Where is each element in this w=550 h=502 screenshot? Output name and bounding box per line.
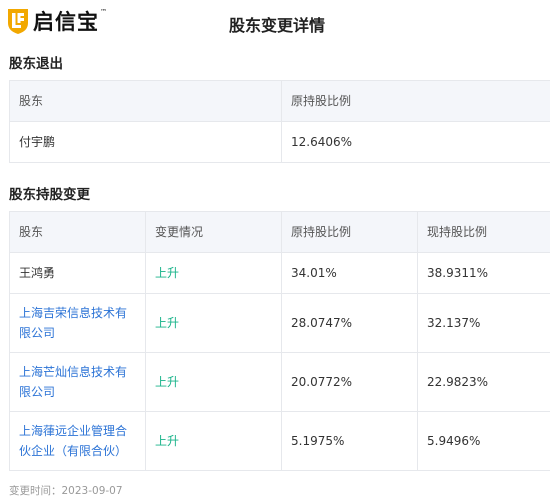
table-row: 上海芒灿信息技术有限公司 上升 20.0772% 22.9823% xyxy=(9,352,550,412)
header-cell-holder: 股东 xyxy=(9,211,146,253)
holder-cell: 付宇鹏 xyxy=(9,121,282,163)
change-status: 上升 xyxy=(145,293,282,353)
now-ratio-cell: 38.9311% xyxy=(417,252,550,294)
header-cell-holder: 股东 xyxy=(9,80,282,122)
header-cell-orig-ratio: 原持股比例 xyxy=(281,80,550,122)
table-row: 王鸿勇 上升 34.01% 38.9311% xyxy=(9,252,550,294)
exit-table: 股东 原持股比例 付宇鹏 12.6406% xyxy=(9,80,550,163)
table-row: 上海吉荣信息技术有限公司 上升 28.0747% 32.137% xyxy=(9,293,550,353)
change-table: 股东 变更情况 原持股比例 现持股比例 王鸿勇 上升 34.01% 38.931… xyxy=(9,211,550,471)
header-cell-change: 变更情况 xyxy=(145,211,282,253)
header: 启信宝 ™ 股东变更详情 xyxy=(0,0,550,44)
holder-link[interactable]: 上海葎远企业管理合伙企业（有限合伙） xyxy=(9,411,146,471)
orig-ratio-cell: 5.1975% xyxy=(281,411,418,471)
change-status: 上升 xyxy=(145,252,282,294)
now-ratio-cell: 22.9823% xyxy=(417,352,550,412)
holder-link[interactable]: 上海芒灿信息技术有限公司 xyxy=(9,352,146,412)
orig-ratio-cell: 12.6406% xyxy=(281,121,550,163)
now-ratio-cell: 32.137% xyxy=(417,293,550,353)
section-title-exit: 股东退出 xyxy=(9,56,63,72)
table-header-row: 股东 变更情况 原持股比例 现持股比例 xyxy=(9,211,550,253)
table-header-row: 股东 原持股比例 xyxy=(9,80,550,122)
holder-link[interactable]: 上海吉荣信息技术有限公司 xyxy=(9,293,146,353)
orig-ratio-cell: 28.0747% xyxy=(281,293,418,353)
page-title: 股东变更详情 xyxy=(228,16,325,35)
now-ratio-cell: 5.9496% xyxy=(417,411,550,471)
orig-ratio-cell: 20.0772% xyxy=(281,352,418,412)
holder-cell: 王鸿勇 xyxy=(9,252,146,294)
change-status: 上升 xyxy=(145,352,282,412)
change-date: 变更时间：2023-09-07 xyxy=(9,485,123,497)
change-status: 上升 xyxy=(145,411,282,471)
orig-ratio-cell: 34.01% xyxy=(281,252,418,294)
section-title-change: 股东持股变更 xyxy=(9,187,90,203)
header-cell-orig-ratio: 原持股比例 xyxy=(281,211,418,253)
table-row: 上海葎远企业管理合伙企业（有限合伙） 上升 5.1975% 5.9496% xyxy=(9,411,550,471)
header-cell-now-ratio: 现持股比例 xyxy=(417,211,550,253)
table-row: 付宇鹏 12.6406% xyxy=(9,121,550,163)
